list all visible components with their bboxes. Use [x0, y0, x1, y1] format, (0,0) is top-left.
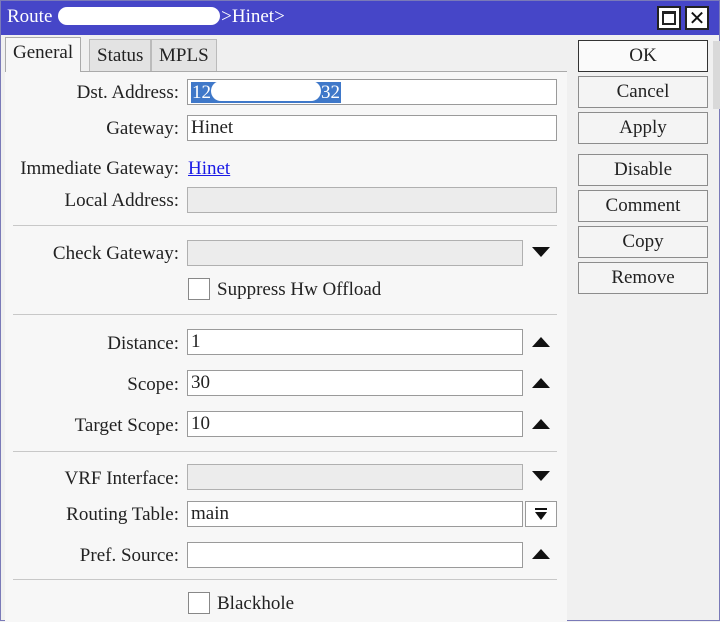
scope-input[interactable]: 30 — [187, 370, 523, 396]
chevron-down-icon[interactable] — [532, 247, 550, 257]
dst-address-value-start: 12 — [192, 82, 211, 103]
separator — [13, 225, 557, 226]
immediate-gateway-label: Immediate Gateway: — [20, 158, 179, 179]
routing-table-label: Routing Table: — [66, 504, 179, 525]
local-address-label: Local Address: — [64, 190, 179, 211]
separator — [13, 579, 557, 580]
collapse-up-icon[interactable] — [532, 378, 550, 388]
comment-button[interactable]: Comment — [578, 190, 708, 222]
target-scope-input[interactable]: 10 — [187, 411, 523, 437]
redacted-area — [58, 7, 221, 25]
target-scope-label: Target Scope: — [74, 415, 179, 436]
window-title: Route >Hinet> — [7, 6, 285, 28]
tab-general[interactable]: General — [5, 37, 82, 72]
routing-table-select[interactable]: main — [187, 501, 523, 527]
title-bar[interactable]: Route >Hinet> ✕ — [1, 1, 719, 35]
routing-table-dropdown-button[interactable] — [525, 501, 557, 527]
collapse-up-icon[interactable] — [532, 419, 550, 429]
distance-label: Distance: — [107, 333, 179, 354]
remove-button[interactable]: Remove — [578, 262, 708, 294]
suppress-hw-offload-label: Suppress Hw Offload — [217, 279, 382, 300]
check-gateway-select[interactable] — [187, 240, 523, 266]
suppress-hw-offload-checkbox[interactable] — [188, 278, 210, 300]
collapse-up-icon[interactable] — [532, 549, 550, 559]
dst-address-value-end: 32 — [321, 82, 340, 103]
maximize-button[interactable] — [657, 6, 681, 30]
collapse-up-icon[interactable] — [532, 337, 550, 347]
cancel-button[interactable]: Cancel — [578, 76, 708, 108]
separator — [13, 451, 557, 452]
disable-button[interactable]: Disable — [578, 154, 708, 186]
copy-button[interactable]: Copy — [578, 226, 708, 258]
window-title-prefix: Route — [7, 6, 58, 27]
close-button[interactable]: ✕ — [685, 6, 709, 30]
window-title-suffix: >Hinet> — [221, 6, 285, 27]
tab-status[interactable]: Status — [89, 39, 152, 71]
vrf-interface-label: VRF Interface: — [64, 468, 179, 489]
dst-address-label: Dst. Address: — [76, 82, 179, 103]
chevron-down-icon[interactable] — [532, 471, 550, 481]
gateway-label: Gateway: — [106, 118, 179, 139]
dst-address-selection: 12 32 — [191, 81, 341, 103]
tab-mpls[interactable]: MPLS — [151, 39, 217, 71]
pref-source-input[interactable] — [187, 542, 523, 568]
route-dialog: Route >Hinet> ✕ General Status MPLS Dst.… — [0, 0, 720, 622]
close-icon: ✕ — [688, 6, 706, 30]
vrf-interface-select[interactable] — [187, 464, 523, 490]
immediate-gateway-link[interactable]: Hinet — [188, 158, 230, 180]
local-address-field — [187, 187, 557, 213]
separator — [13, 314, 557, 315]
check-gateway-label: Check Gateway: — [52, 243, 179, 264]
window-edge — [713, 41, 720, 109]
redacted-area — [211, 81, 321, 101]
maximize-icon — [662, 11, 676, 25]
scope-label: Scope: — [127, 374, 179, 395]
dropdown-arrow-icon — [535, 508, 547, 520]
gateway-input[interactable]: Hinet — [187, 115, 557, 141]
dst-address-input[interactable]: 12 32 — [187, 79, 557, 105]
pref-source-label: Pref. Source: — [79, 545, 179, 566]
blackhole-checkbox[interactable] — [188, 592, 210, 614]
apply-button[interactable]: Apply — [578, 112, 708, 144]
blackhole-label: Blackhole — [217, 593, 295, 614]
distance-input[interactable]: 1 — [187, 329, 523, 355]
ok-button[interactable]: OK — [578, 40, 708, 72]
